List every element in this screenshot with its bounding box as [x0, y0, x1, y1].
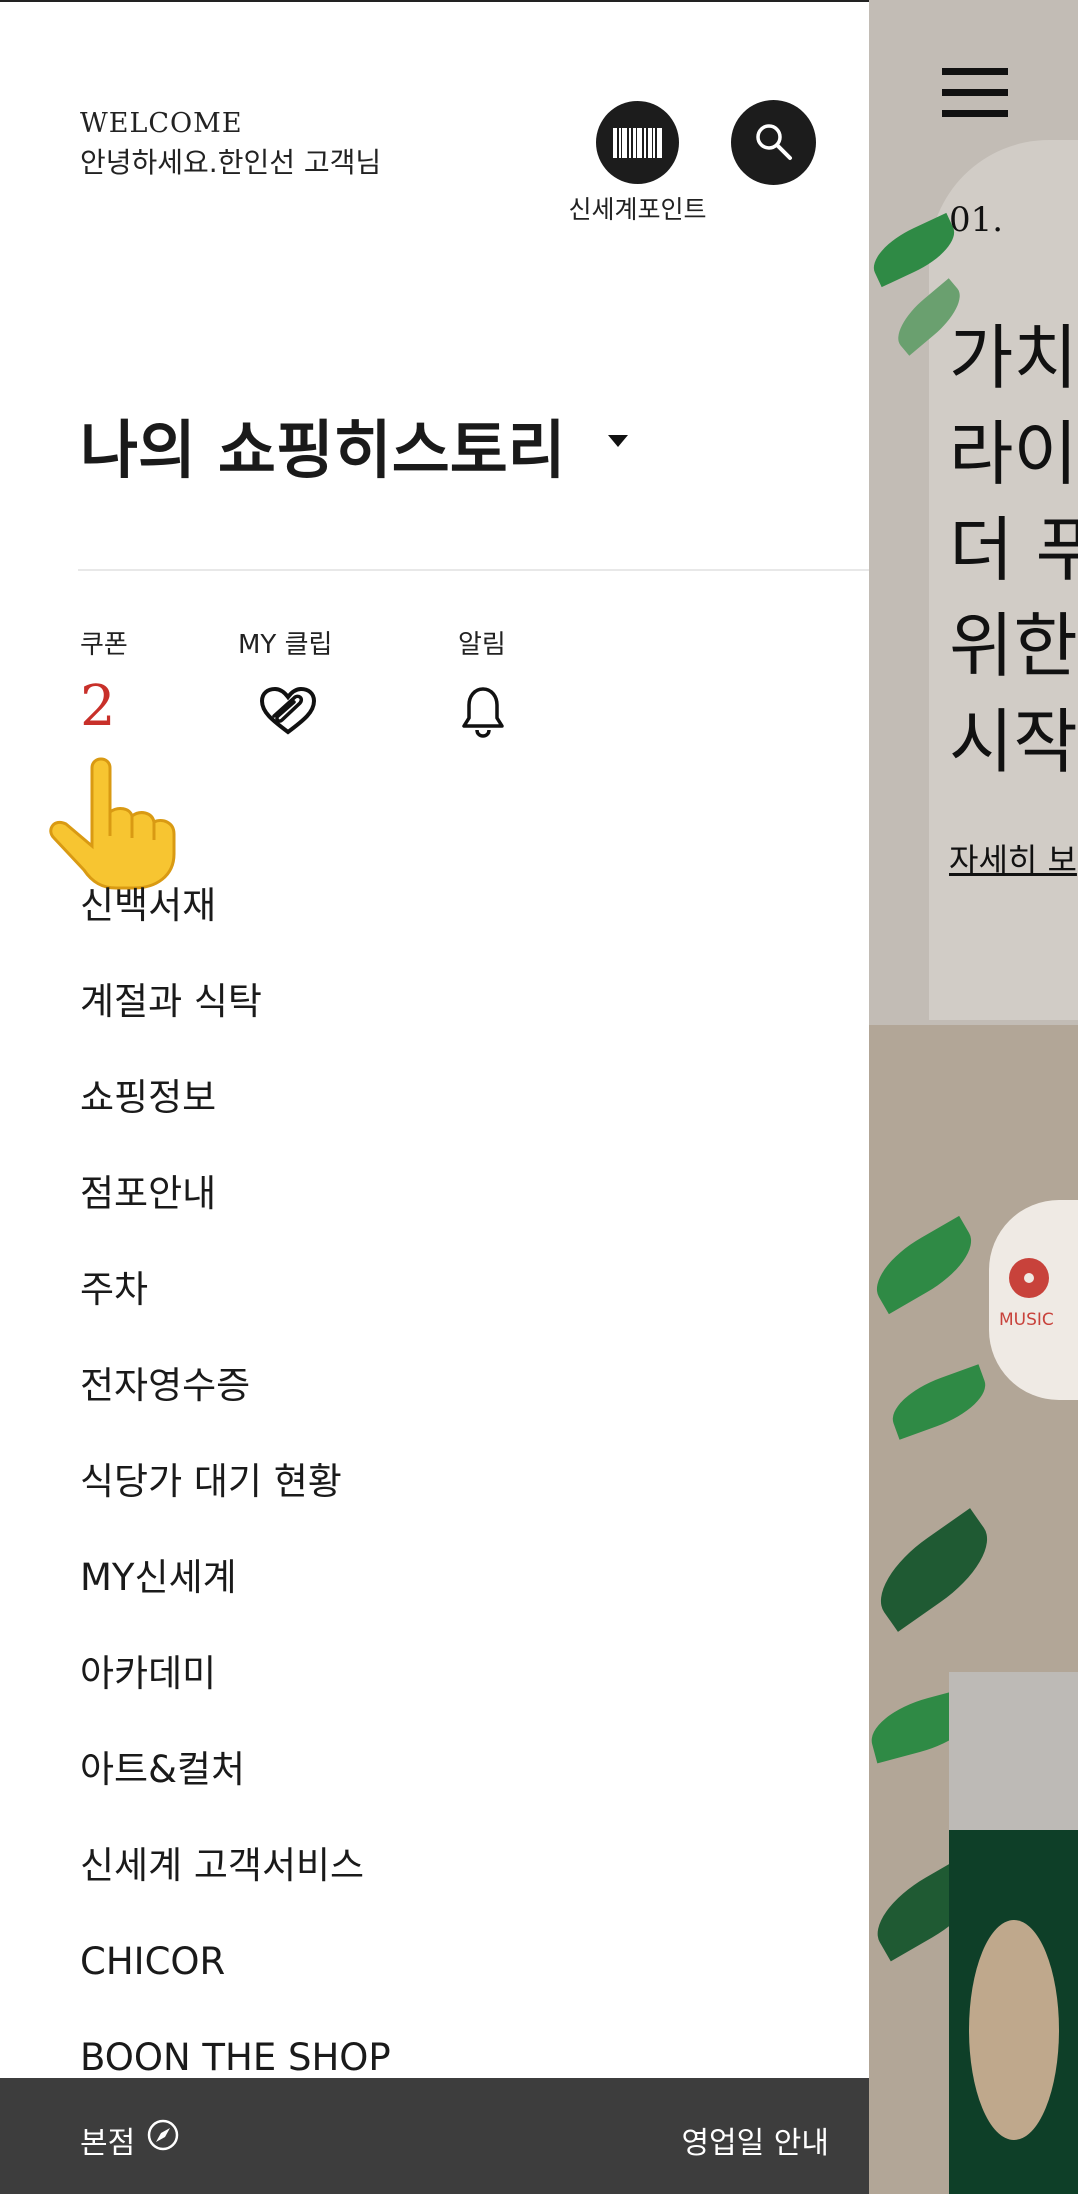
menu-item[interactable]: 전자영수증	[80, 1338, 391, 1434]
music-icon	[1009, 1258, 1049, 1298]
heart-clip-icon[interactable]	[258, 686, 318, 736]
shopping-history-title[interactable]: 나의 쇼핑히스토리	[80, 400, 566, 491]
more-link[interactable]: 자세히 보	[949, 835, 1077, 881]
points-label[interactable]: 신세계포인트	[560, 190, 715, 226]
menu-item[interactable]: 식당가 대기 현황	[80, 1434, 391, 1530]
music-label: MUSIC	[999, 1310, 1054, 1330]
menu-item[interactable]: 점포안내	[80, 1146, 391, 1242]
welcome-title: WELCOME	[80, 108, 243, 139]
menu-item[interactable]: 계절과 식탁	[80, 954, 391, 1050]
bottom-bar: 본점 영업일 안내	[0, 2078, 869, 2194]
hamburger-icon[interactable]	[942, 68, 1008, 131]
headline-line: 시작	[949, 701, 1078, 783]
welcome-block: WELCOME 안녕하세요.한인선 고객님	[80, 108, 381, 181]
illustration-panel	[949, 1830, 1078, 2194]
main-menu: 신백서재 계절과 식탁 쇼핑정보 점포안내 주차 전자영수증 식당가 대기 현황…	[80, 858, 391, 2106]
side-drawer: WELCOME 안녕하세요.한인선 고객님 신세계포인트 나의 쇼핑히스토리 쿠…	[0, 0, 869, 2194]
background-page: 01. 가치 라이 더 푸 위한 시작 자세히 보 MUSIC	[869, 0, 1078, 2194]
menu-item[interactable]: 신세계 고객서비스	[80, 1818, 391, 1914]
welcome-greeting: 안녕하세요.한인선 고객님	[80, 146, 382, 179]
content-panel	[949, 1672, 1078, 1830]
alarm-label[interactable]: 알림	[458, 624, 506, 661]
coupon-count[interactable]: 2	[80, 674, 116, 739]
headline-line: 가치	[949, 317, 1078, 399]
headline-line: 위한	[949, 605, 1078, 687]
music-button[interactable]: MUSIC	[989, 1200, 1078, 1400]
business-hours-link[interactable]: 영업일 안내	[681, 2118, 829, 2162]
menu-item[interactable]: 쇼핑정보	[80, 1050, 391, 1146]
slide-headline: 가치 라이 더 푸 위한 시작	[949, 310, 1078, 790]
caret-down-icon[interactable]	[608, 435, 628, 447]
menu-item[interactable]: MY신세계	[80, 1530, 391, 1626]
menu-item[interactable]: CHICOR	[80, 1914, 391, 2010]
search-icon	[756, 124, 792, 160]
search-button[interactable]	[731, 100, 816, 185]
menu-item[interactable]: 아트&컬처	[80, 1722, 391, 1818]
my-clip-label[interactable]: MY 클립	[238, 624, 332, 661]
menu-item[interactable]: 주차	[80, 1242, 391, 1338]
menu-item[interactable]: 아카데미	[80, 1626, 391, 1722]
headline-line: 더 푸	[949, 509, 1078, 591]
compass-icon[interactable]	[146, 2118, 180, 2152]
slide-number: 01.	[949, 200, 1004, 240]
divider	[78, 569, 869, 571]
bell-icon[interactable]	[460, 685, 506, 739]
coupon-label[interactable]: 쿠폰	[80, 624, 128, 661]
headline-line: 라이	[949, 413, 1078, 495]
store-selector[interactable]: 본점	[80, 2118, 135, 2162]
barcode-icon	[613, 128, 662, 158]
menu-item[interactable]: 신백서재	[80, 858, 391, 954]
shinsegae-points-button[interactable]	[596, 101, 679, 184]
